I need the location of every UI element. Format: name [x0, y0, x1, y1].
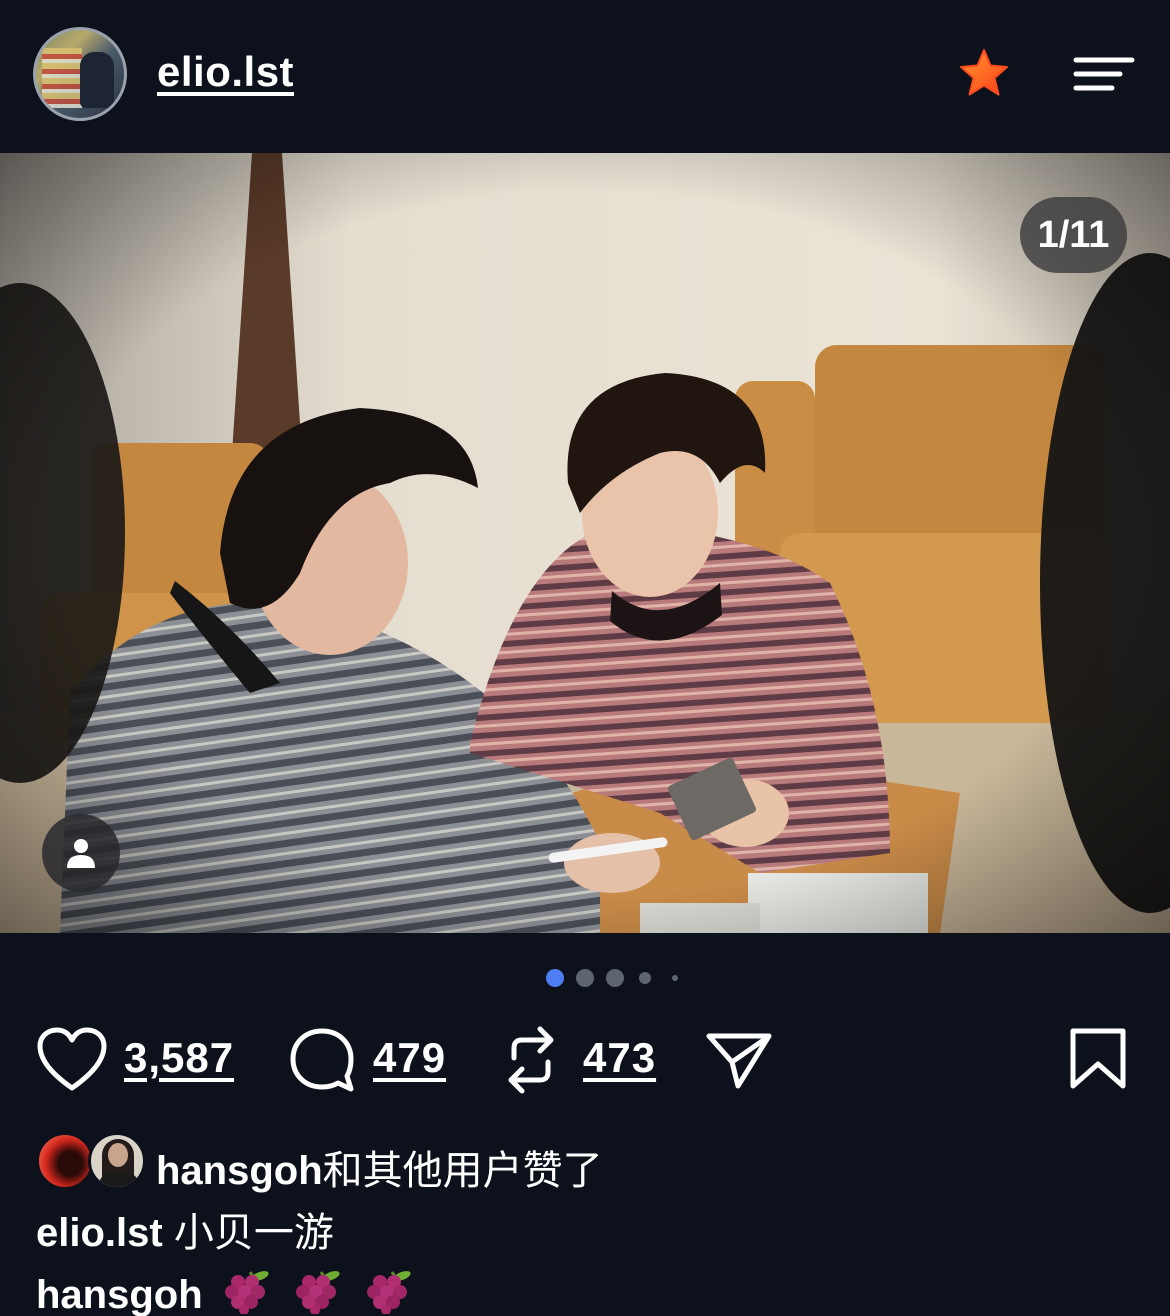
carousel-dot: [576, 969, 594, 987]
username-link[interactable]: elio.lst: [157, 48, 294, 96]
repost-count[interactable]: 473: [583, 1034, 656, 1082]
comment-username[interactable]: hansgoh: [36, 1273, 203, 1316]
tagged-people-button[interactable]: [42, 814, 120, 892]
caption-username[interactable]: elio.lst: [36, 1211, 163, 1255]
bookmark-icon[interactable]: [1068, 1026, 1128, 1092]
star-icon[interactable]: [958, 48, 1010, 98]
comment-icon[interactable]: [288, 1026, 356, 1094]
comment-count[interactable]: 479: [373, 1034, 446, 1082]
action-bar: 3,587 479 473: [0, 1020, 1170, 1100]
menu-icon[interactable]: [1072, 54, 1136, 94]
profile-avatar[interactable]: [33, 27, 127, 121]
post-header: elio.lst: [0, 0, 1170, 152]
liker-username[interactable]: hansgoh: [156, 1149, 323, 1193]
avatar-person: [80, 52, 114, 108]
carousel-dot: [639, 972, 651, 984]
carousel-dot-active: [546, 969, 564, 987]
carousel-dot: [672, 975, 678, 981]
share-icon[interactable]: [704, 1028, 774, 1090]
heart-icon[interactable]: [36, 1026, 108, 1092]
like-count[interactable]: 3,587: [124, 1034, 234, 1082]
post-page: elio.lst 1/11 3,587 479 473 hansgoh和其他用户…: [0, 0, 1170, 1316]
liker-avatar: [88, 1132, 146, 1190]
likes-suffix: 和其他用户赞了: [322, 1149, 603, 1193]
grapes-icon: [295, 1271, 340, 1314]
repost-icon[interactable]: [500, 1024, 562, 1096]
photo-illustration: [0, 153, 1170, 933]
comment-preview[interactable]: hansgoh: [36, 1268, 416, 1316]
likes-text: hansgoh和其他用户赞了: [156, 1138, 603, 1196]
liker-avatar: [36, 1132, 94, 1190]
grapes-icon: [224, 1271, 269, 1314]
grapes-icon: [367, 1271, 411, 1314]
carousel-dot: [606, 969, 624, 987]
carousel-indicator: [0, 965, 1170, 991]
post-photo[interactable]: [0, 153, 1170, 933]
likes-summary[interactable]: hansgoh和其他用户赞了: [36, 1132, 1136, 1193]
photo-counter: 1/11: [1020, 197, 1127, 273]
caption-text: 小贝一游: [173, 1211, 334, 1255]
avatar-background: [42, 48, 82, 108]
post-caption: elio.lst 小贝一游: [36, 1200, 334, 1258]
person-icon: [67, 839, 95, 868]
